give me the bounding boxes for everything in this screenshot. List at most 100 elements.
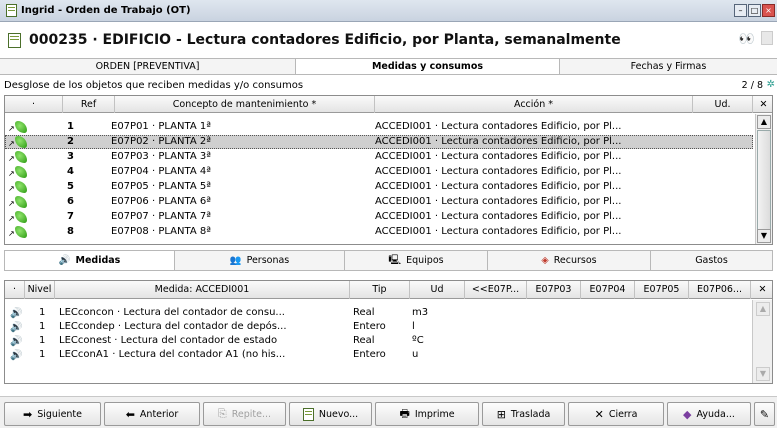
- row-concept: E07P07 · PLANTA 7ª: [111, 211, 211, 222]
- row-nivel: 1: [39, 307, 46, 318]
- table-row[interactable]: 🔊 1 LECconcon · Lectura del contador de …: [5, 306, 750, 319]
- scroll-down-button[interactable]: ▼: [756, 367, 770, 381]
- tab-label: Gastos: [695, 255, 728, 266]
- help-button[interactable]: ◆ Ayuda...: [667, 402, 751, 426]
- row-medida: LECconest · Lectura del contador de esta…: [59, 335, 278, 346]
- table-row[interactable]: 🔊 1 LECconest · Lectura del contador de …: [5, 334, 750, 347]
- leaf-icon: [15, 136, 27, 148]
- close-window-button[interactable]: ×: [762, 4, 775, 17]
- print-button[interactable]: 🖶 Imprime: [375, 402, 479, 426]
- row-action: ACCEDI001 · Lectura contadores Edificio,…: [375, 166, 622, 177]
- tab-fechas-firmas[interactable]: Fechas y Firmas: [560, 59, 777, 74]
- row-medida: LECcondep · Lectura del contador de depó…: [59, 321, 287, 332]
- grid2-scrollbar[interactable]: ▲ ▼: [752, 300, 772, 383]
- button-label: Anterior: [139, 408, 179, 420]
- speaker-icon: 🔊: [10, 308, 23, 319]
- speaker-icon: 🔊: [58, 255, 71, 266]
- table-row[interactable]: 🔊 1 LECconA1 · Lectura del contador A1 (…: [5, 348, 750, 361]
- tab-medidas[interactable]: 🔊 Medidas: [5, 251, 175, 270]
- tab-equipos[interactable]: 🖳 Equipos: [345, 251, 488, 270]
- col-prev-floor[interactable]: <<E07P...: [465, 281, 527, 299]
- scroll-down-button[interactable]: ▼: [757, 229, 771, 243]
- col-medida[interactable]: Medida: ACCEDI001: [55, 281, 350, 299]
- tab-label: Fechas y Firmas: [630, 61, 707, 72]
- next-button[interactable]: ➡ Siguiente: [4, 402, 101, 426]
- people-icon: 👥: [229, 255, 242, 266]
- page-title: 000235 · EDIFICIO - Lectura contadores E…: [29, 32, 621, 48]
- maximize-button[interactable]: □: [748, 4, 761, 17]
- row-concept: E07P01 · PLANTA 1ª: [111, 121, 211, 132]
- refresh-icon[interactable]: ✲: [767, 79, 775, 90]
- tab-gastos[interactable]: Gastos: [651, 251, 772, 270]
- tab-recursos[interactable]: ◈ Recursos: [488, 251, 651, 270]
- row-medida: LECconA1 · Lectura del contador A1 (no h…: [59, 349, 286, 360]
- col-e07p05[interactable]: E07P05: [635, 281, 689, 299]
- previous-button[interactable]: ⬅ Anterior: [104, 402, 200, 426]
- col-tip[interactable]: Tip: [350, 281, 410, 299]
- column-chooser-icon[interactable]: ✕: [751, 281, 772, 299]
- button-label: Repite...: [231, 408, 272, 420]
- equipment-icon: 🖳: [388, 254, 402, 266]
- col-action[interactable]: Acción *: [375, 96, 693, 113]
- leaf-icon: [15, 211, 27, 223]
- transfer-button[interactable]: ⊞ Traslada: [482, 402, 565, 426]
- col-e07p03[interactable]: E07P03: [527, 281, 581, 299]
- tab-label: Medidas: [75, 255, 121, 266]
- row-tip: Real: [353, 335, 375, 346]
- arrow-left-icon: ⬅: [125, 407, 135, 421]
- scroll-thumb[interactable]: [757, 130, 771, 236]
- measures-grid: · Nivel Medida: ACCEDI001 Tip Ud <<E07P.…: [4, 280, 773, 384]
- row-number: 6: [67, 196, 74, 207]
- column-chooser-icon[interactable]: ✕: [753, 96, 772, 113]
- row-number: 5: [67, 181, 74, 192]
- col-ud[interactable]: Ud: [410, 281, 465, 299]
- close-icon: ✕: [594, 407, 604, 421]
- grid-scrollbar[interactable]: ▲ ▼: [755, 114, 772, 244]
- table-row[interactable]: ↗ 3 E07P03 · PLANTA 3ª ACCEDI001 · Lectu…: [5, 150, 753, 164]
- button-label: Siguiente: [37, 408, 82, 420]
- pin-icon: ↗: [8, 154, 15, 163]
- print-icon: [761, 31, 773, 45]
- repeat-icon: ⎘: [217, 407, 227, 420]
- tab-orden[interactable]: ORDEN [PREVENTIVA]: [0, 59, 296, 74]
- row-action: ACCEDI001 · Lectura contadores Edificio,…: [375, 211, 622, 222]
- pin-icon: ↗: [8, 184, 15, 193]
- edit-button[interactable]: ✎: [754, 402, 775, 426]
- table-row[interactable]: 🔊 1 LECcondep · Lectura del contador de …: [5, 320, 750, 333]
- tab-personas[interactable]: 👥 Personas: [175, 251, 345, 270]
- row-action: ACCEDI001 · Lectura contadores Edificio,…: [375, 226, 622, 237]
- arrow-right-icon: ➡: [22, 407, 33, 421]
- tab-label: ORDEN [PREVENTIVA]: [95, 61, 200, 72]
- document-icon: [302, 407, 314, 421]
- repeat-button[interactable]: ⎘ Repite...: [203, 402, 286, 426]
- tab-medidas-consumos[interactable]: Medidas y consumos: [296, 59, 560, 74]
- table-row[interactable]: ↗ 2 E07P02 · PLANTA 2ª ACCEDI001 · Lectu…: [5, 135, 753, 149]
- table-row[interactable]: ↗ 5 E07P05 · PLANTA 5ª ACCEDI001 · Lectu…: [5, 180, 753, 194]
- new-button[interactable]: Nuevo...: [289, 402, 372, 426]
- scroll-up-button[interactable]: ▲: [757, 115, 771, 129]
- col-ref[interactable]: Ref: [63, 96, 115, 113]
- detail-tabs: 🔊 Medidas 👥 Personas 🖳 Equipos ◈ Recursos Ga…: [4, 250, 773, 271]
- row-number: 3: [67, 151, 74, 162]
- col-e07p06[interactable]: E07P06...: [689, 281, 751, 299]
- row-nivel: 1: [39, 321, 46, 332]
- eraser-icon: ◈: [541, 255, 549, 266]
- col-unit[interactable]: Ud.: [693, 96, 753, 113]
- table-row[interactable]: ↗ 7 E07P07 · PLANTA 7ª ACCEDI001 · Lectu…: [5, 210, 753, 224]
- leaf-icon: [15, 181, 27, 193]
- row-concept: E07P06 · PLANTA 6ª: [111, 196, 211, 207]
- table-row[interactable]: ↗ 6 E07P06 · PLANTA 6ª ACCEDI001 · Lectu…: [5, 195, 753, 209]
- table-row[interactable]: ↗ 1 E07P01 · PLANTA 1ª ACCEDI001 · Lectu…: [5, 120, 753, 134]
- pin-icon: ↗: [8, 124, 15, 133]
- binoculars-icon[interactable]: 👀: [739, 32, 755, 47]
- col-nivel[interactable]: Nivel: [25, 281, 55, 299]
- col-concept[interactable]: Concepto de mantenimiento *: [115, 96, 375, 113]
- table-row[interactable]: ↗ 4 E07P04 · PLANTA 4ª ACCEDI001 · Lectu…: [5, 165, 753, 179]
- table-row[interactable]: ↗ 8 E07P08 · PLANTA 8ª ACCEDI001 · Lectu…: [5, 225, 753, 239]
- row-nivel: 1: [39, 349, 46, 360]
- close-button[interactable]: ✕ Cierra: [568, 402, 664, 426]
- col-flag: ·: [5, 281, 25, 299]
- scroll-up-button[interactable]: ▲: [756, 302, 770, 316]
- col-e07p04[interactable]: E07P04: [581, 281, 635, 299]
- minimize-button[interactable]: –: [734, 4, 747, 17]
